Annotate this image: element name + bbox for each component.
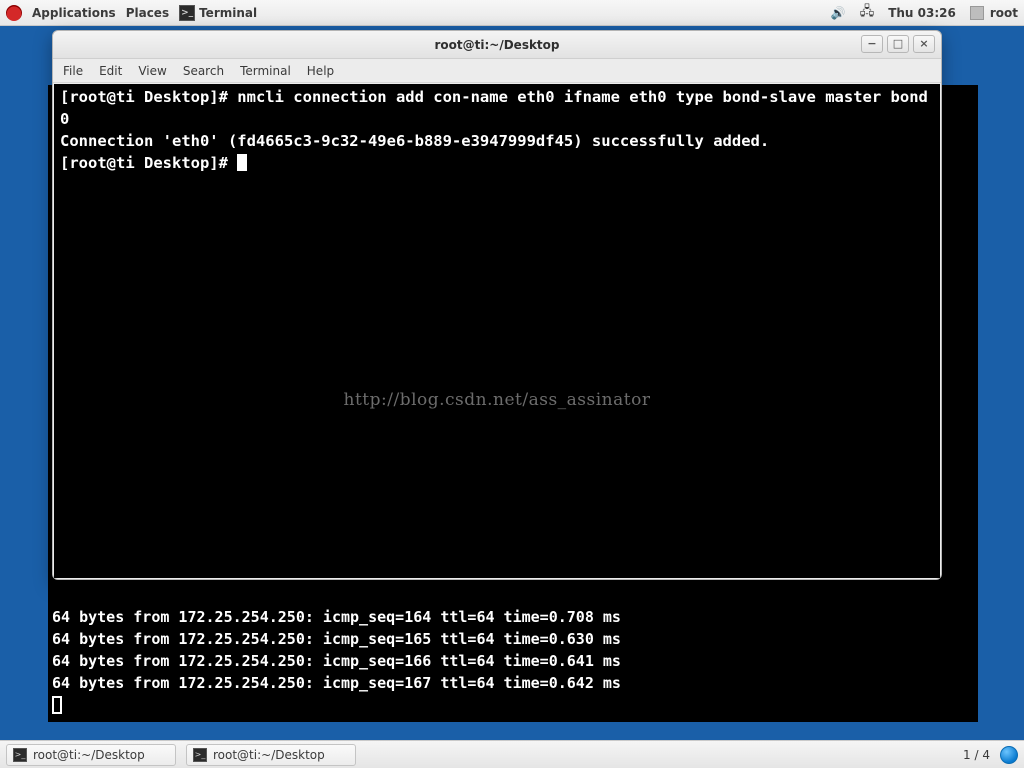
terminal-line: [root@ti Desktop]# nmcli connection add … — [60, 88, 928, 128]
ping-line: 64 bytes from 172.25.254.250: icmp_seq=1… — [52, 630, 621, 648]
window-titlebar[interactable]: root@ti:~/Desktop − □ × — [53, 31, 941, 59]
active-app-label: Terminal — [199, 6, 257, 20]
ping-line: 64 bytes from 172.25.254.250: icmp_seq=1… — [52, 674, 621, 692]
applications-menu[interactable]: Applications — [32, 6, 116, 20]
minimize-button[interactable]: − — [861, 35, 883, 53]
terminal-icon: >_ — [13, 748, 27, 762]
window-controls: − □ × — [861, 35, 935, 53]
workspace-indicator[interactable]: 1 / 4 — [963, 748, 990, 762]
window-title: root@ti:~/Desktop — [434, 38, 559, 52]
cursor-icon — [237, 154, 247, 171]
terminal-prompt: [root@ti Desktop]# — [60, 154, 237, 172]
menubar: File Edit View Search Terminal Help — [53, 59, 941, 83]
user-icon — [970, 6, 984, 20]
terminal-icon: >_ — [193, 748, 207, 762]
menu-terminal[interactable]: Terminal — [240, 64, 291, 78]
bottom-panel: >_ root@ti:~/Desktop >_ root@ti:~/Deskto… — [0, 740, 1024, 768]
places-menu[interactable]: Places — [126, 6, 169, 20]
distro-logo-icon — [6, 5, 22, 21]
menu-help[interactable]: Help — [307, 64, 334, 78]
ping-line: 64 bytes from 172.25.254.250: icmp_seq=1… — [52, 608, 621, 626]
terminal-body[interactable]: [root@ti Desktop]# nmcli connection add … — [54, 84, 940, 578]
user-label: root — [990, 6, 1018, 20]
taskbar-item[interactable]: >_ root@ti:~/Desktop — [186, 744, 356, 766]
ping-output: 64 bytes from 172.25.254.250: icmp_seq=1… — [52, 584, 974, 716]
top-panel: Applications Places >_ Terminal Thu 03:2… — [0, 0, 1024, 26]
taskbar-item[interactable]: >_ root@ti:~/Desktop — [6, 744, 176, 766]
watermark-text: http://blog.csdn.net/ass_assinator — [54, 389, 940, 411]
menu-view[interactable]: View — [138, 64, 166, 78]
user-menu[interactable]: root — [970, 6, 1018, 20]
show-desktop-icon[interactable] — [1000, 746, 1018, 764]
terminal-window: root@ti:~/Desktop − □ × File Edit View S… — [52, 30, 942, 580]
taskbar-item-label: root@ti:~/Desktop — [213, 748, 325, 762]
menu-file[interactable]: File — [63, 64, 83, 78]
terminal-icon: >_ — [179, 5, 195, 21]
terminal-line: Connection 'eth0' (fd4665c3-9c32-49e6-b8… — [60, 132, 769, 150]
maximize-button[interactable]: □ — [887, 35, 909, 53]
menu-edit[interactable]: Edit — [99, 64, 122, 78]
network-icon[interactable] — [860, 2, 875, 24]
taskbar-item-label: root@ti:~/Desktop — [33, 748, 145, 762]
clock[interactable]: Thu 03:26 — [888, 6, 956, 20]
close-button[interactable]: × — [913, 35, 935, 53]
menu-search[interactable]: Search — [183, 64, 224, 78]
volume-icon[interactable] — [831, 6, 846, 20]
cursor-icon — [52, 696, 62, 714]
active-app-indicator[interactable]: >_ Terminal — [179, 5, 257, 21]
ping-line: 64 bytes from 172.25.254.250: icmp_seq=1… — [52, 652, 621, 670]
